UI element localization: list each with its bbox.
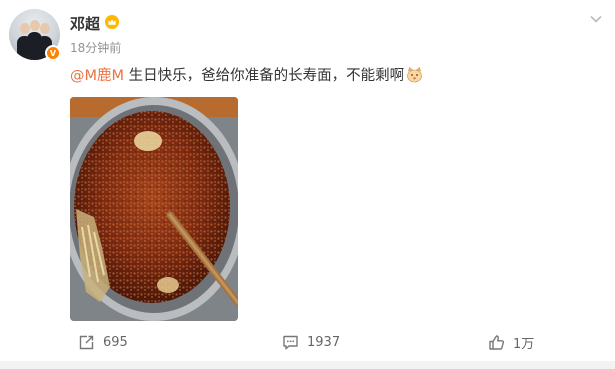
noodle-pot-image (70, 97, 238, 321)
like-count: 1万 (513, 336, 535, 352)
comment-icon (283, 335, 298, 349)
avatar-person-head (20, 23, 30, 34)
like-button[interactable]: 1万 (488, 324, 534, 360)
comment-button[interactable]: 1937 (282, 324, 340, 360)
action-bar: 695 1937 1万 (0, 324, 615, 360)
repost-count: 695 (103, 334, 128, 350)
verified-badge-icon: V (45, 45, 61, 61)
repost-icon (79, 335, 94, 349)
crown-icon (105, 15, 119, 29)
post-time[interactable]: 18分钟前 (70, 39, 121, 56)
post-text: @M鹿M 生日快乐，爸给你准备的长寿面，不能剩啊 (70, 64, 423, 85)
mention-link[interactable]: @M鹿M (70, 68, 124, 84)
author-name[interactable]: 邓超 (70, 13, 100, 34)
avatar-person-head (30, 20, 40, 31)
cat-emoji-icon (407, 66, 422, 83)
post-separator (0, 361, 615, 369)
post-body-text: 生日快乐，爸给你准备的长寿面，不能剩啊 (124, 68, 405, 84)
like-icon (489, 334, 505, 350)
chevron-down-icon[interactable] (589, 14, 603, 24)
comment-count: 1937 (307, 334, 341, 350)
avatar-person-head (40, 23, 50, 34)
post-photo[interactable] (70, 97, 238, 321)
repost-button[interactable]: 695 (78, 324, 128, 360)
